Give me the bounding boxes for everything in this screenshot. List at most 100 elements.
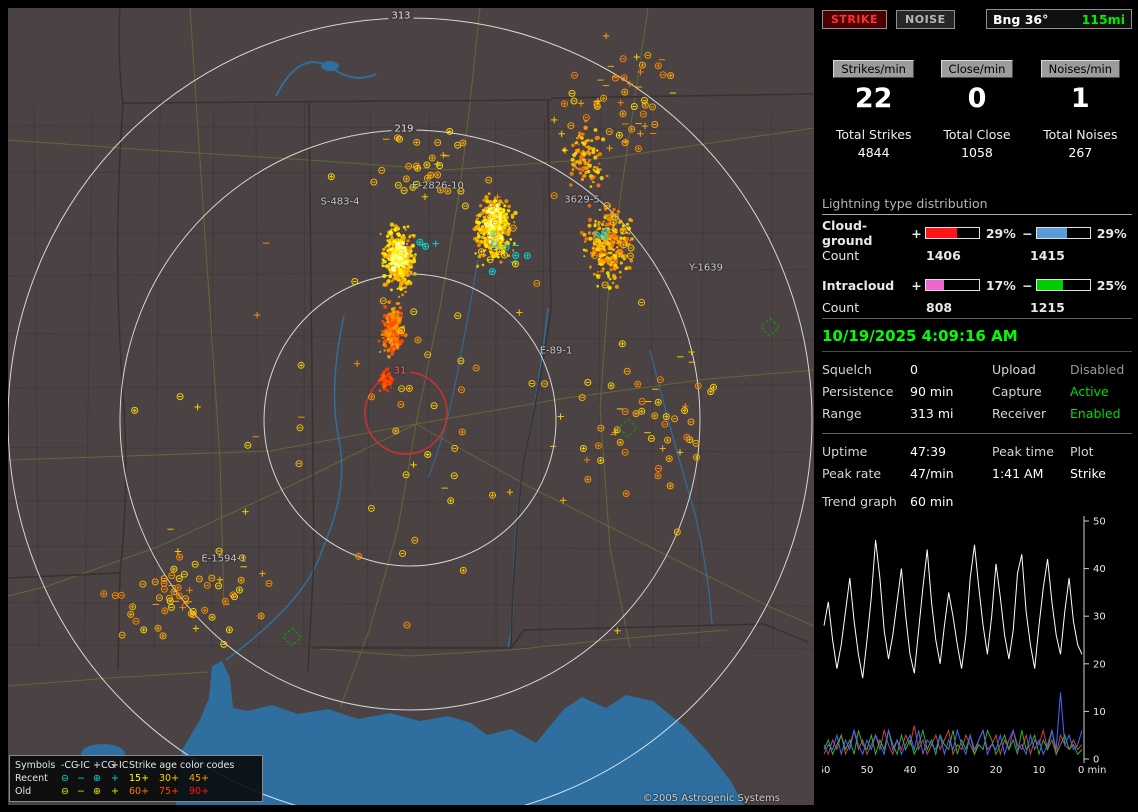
strike-mode-button[interactable]: STRIKE [822,9,888,29]
plot-value: Strike [1070,466,1106,481]
total-noises-label: Total Noises [1043,127,1118,142]
mode-toolbar: STRIKE NOISE Bng 36° 115mi [822,8,1132,30]
legend-symbols-label: Symbols [15,760,56,771]
age-code: 90+ [189,786,210,797]
app-window: 313 219 31 S-483-4 E-2826-10 3629-5 Y-1639 E-89… [0,0,1138,812]
minus-polarity-sign: − [1022,225,1033,241]
cg-minus-percent: 29% [1096,225,1127,241]
noise-mode-button[interactable]: NOISE [896,9,955,29]
receiver-status-grid: Squelch 0 Upload Disabled Persistence 90… [822,352,1132,434]
legend-row-label: Recent [15,773,48,784]
total-close-label: Total Close [943,127,1011,142]
ic-plus-count: 808 [926,300,953,315]
capture-value: Active [1070,384,1109,399]
total-close-value: 1058 [961,145,993,160]
cloud-ground-count-row: Count 1406 1415 [822,248,1132,263]
age-code: 45+ [189,773,210,784]
count-label: Count [822,300,860,315]
age-code: 30+ [159,773,180,784]
range-value: 313 mi [910,406,954,421]
total-strikes-value: 4844 [857,145,890,160]
strike-symbol-icon: − [77,773,85,784]
age-code: 60+ [129,786,150,797]
svg-text:20: 20 [990,765,1003,776]
legend-grid: Symbols -CG -IC +CG +IC Strike age color code… [15,759,257,798]
noises-stat-column: Noises/min 1 Total Noises 267 [1029,60,1132,160]
noises-per-min-button[interactable]: Noises/min [1040,60,1121,78]
bearing-distance: 115mi [1081,11,1125,27]
legend-col-header: -IC [77,760,90,771]
svg-text:10: 10 [1033,765,1046,776]
svg-text:40: 40 [904,765,917,776]
strike-symbol-icon: ⊖ [61,786,69,797]
bearing-value: Bng 36° [993,11,1049,27]
ic-minus-count: 1215 [1030,300,1065,315]
strike-symbol-icon: ⊕ [93,786,101,797]
upload-label: Upload [992,362,1036,377]
persistence-label: Persistence [822,384,894,399]
cg-minus-count: 1415 [1030,248,1065,263]
trend-chart-svg: 50 40 30 20 10 0 60 50 40 30 20 10 0 min [818,515,1106,776]
bearing-readout: Bng 36° 115mi [986,9,1132,29]
plus-polarity-sign: + [911,277,922,293]
range-label: Range [822,406,862,421]
minus-polarity-sign: − [1022,277,1033,293]
svg-text:20: 20 [1093,659,1106,670]
upload-value: Disabled [1070,362,1125,377]
legend-row-label: Old [15,786,32,797]
ic-plus-percent: 17% [985,277,1016,293]
ic-minus-bar [1035,279,1091,291]
ic-minus-percent: 25% [1096,277,1127,293]
persistence-value: 90 min [910,384,954,399]
uptime-label: Uptime [822,444,868,459]
copyright-text: ©2005 Astrogenic Systems [642,793,780,804]
strikes-per-min-value: 22 [854,83,893,114]
strike-symbol-icon: ⊕ [93,773,101,784]
plus-polarity-sign: + [911,225,922,241]
legend-col-header: -CG [61,760,79,771]
lightning-map[interactable]: 313 219 31 S-483-4 E-2826-10 3629-5 Y-1639 E-89… [8,8,814,805]
svg-text:50: 50 [861,765,874,776]
strikes-stat-column: Strikes/min 22 Total Strikes 4844 [822,60,925,160]
trend-graph-label: Trend graph [822,494,897,509]
peak-rate-label: Peak rate [822,466,882,481]
intracloud-label: Intracloud [822,277,895,293]
strike-symbol-icon: + [111,786,119,797]
cg-plus-percent: 29% [985,225,1016,241]
svg-text:0: 0 [1093,755,1099,766]
cg-plus-count: 1406 [926,248,961,263]
close-stat-column: Close/min 0 Total Close 1058 [925,60,1028,160]
strikes-per-min-button[interactable]: Strikes/min [833,60,914,78]
age-code: 75+ [159,786,180,797]
trend-window-value: 60 min [910,494,954,509]
trend-chart: 50 40 30 20 10 0 60 50 40 30 20 10 0 min [818,515,1132,790]
legend-age-title: Strike age color codes [129,760,235,771]
cloud-ground-label: Cloud-ground [822,218,873,248]
plot-label: Plot [1070,444,1094,459]
total-strikes-label: Total Strikes [835,127,912,142]
age-code: 15+ [129,773,150,784]
peak-time-label: Peak time [992,444,1054,459]
receiver-label: Receiver [992,406,1047,421]
map-graphics [8,8,814,805]
rate-stats: Strikes/min 22 Total Strikes 4844 Close/… [822,60,1132,160]
peak-time-value: 1:41 AM [992,466,1044,481]
squelch-label: Squelch [822,362,872,377]
cg-plus-bar [924,227,980,239]
cloud-ground-row: Cloud-ground + 29% − 29% [822,218,1132,248]
svg-text:10: 10 [1093,707,1106,718]
close-per-min-value: 0 [967,83,987,114]
svg-text:60: 60 [822,765,830,776]
current-datetime: 10/19/2025 4:09:16 AM [822,319,1132,352]
receiver-value: Enabled [1070,406,1121,421]
legend-col-header: +IC [111,760,129,771]
strike-symbol-icon: ⊖ [61,773,69,784]
squelch-value: 0 [910,362,918,377]
noises-per-min-value: 1 [1070,83,1090,114]
svg-text:30: 30 [1093,612,1106,623]
strike-symbol-icon: − [77,786,85,797]
total-noises-value: 267 [1068,145,1093,160]
svg-text:50: 50 [1093,517,1106,528]
close-per-min-button[interactable]: Close/min [940,60,1014,78]
map-legend: Symbols -CG -IC +CG +IC Strike age color code… [9,755,263,802]
